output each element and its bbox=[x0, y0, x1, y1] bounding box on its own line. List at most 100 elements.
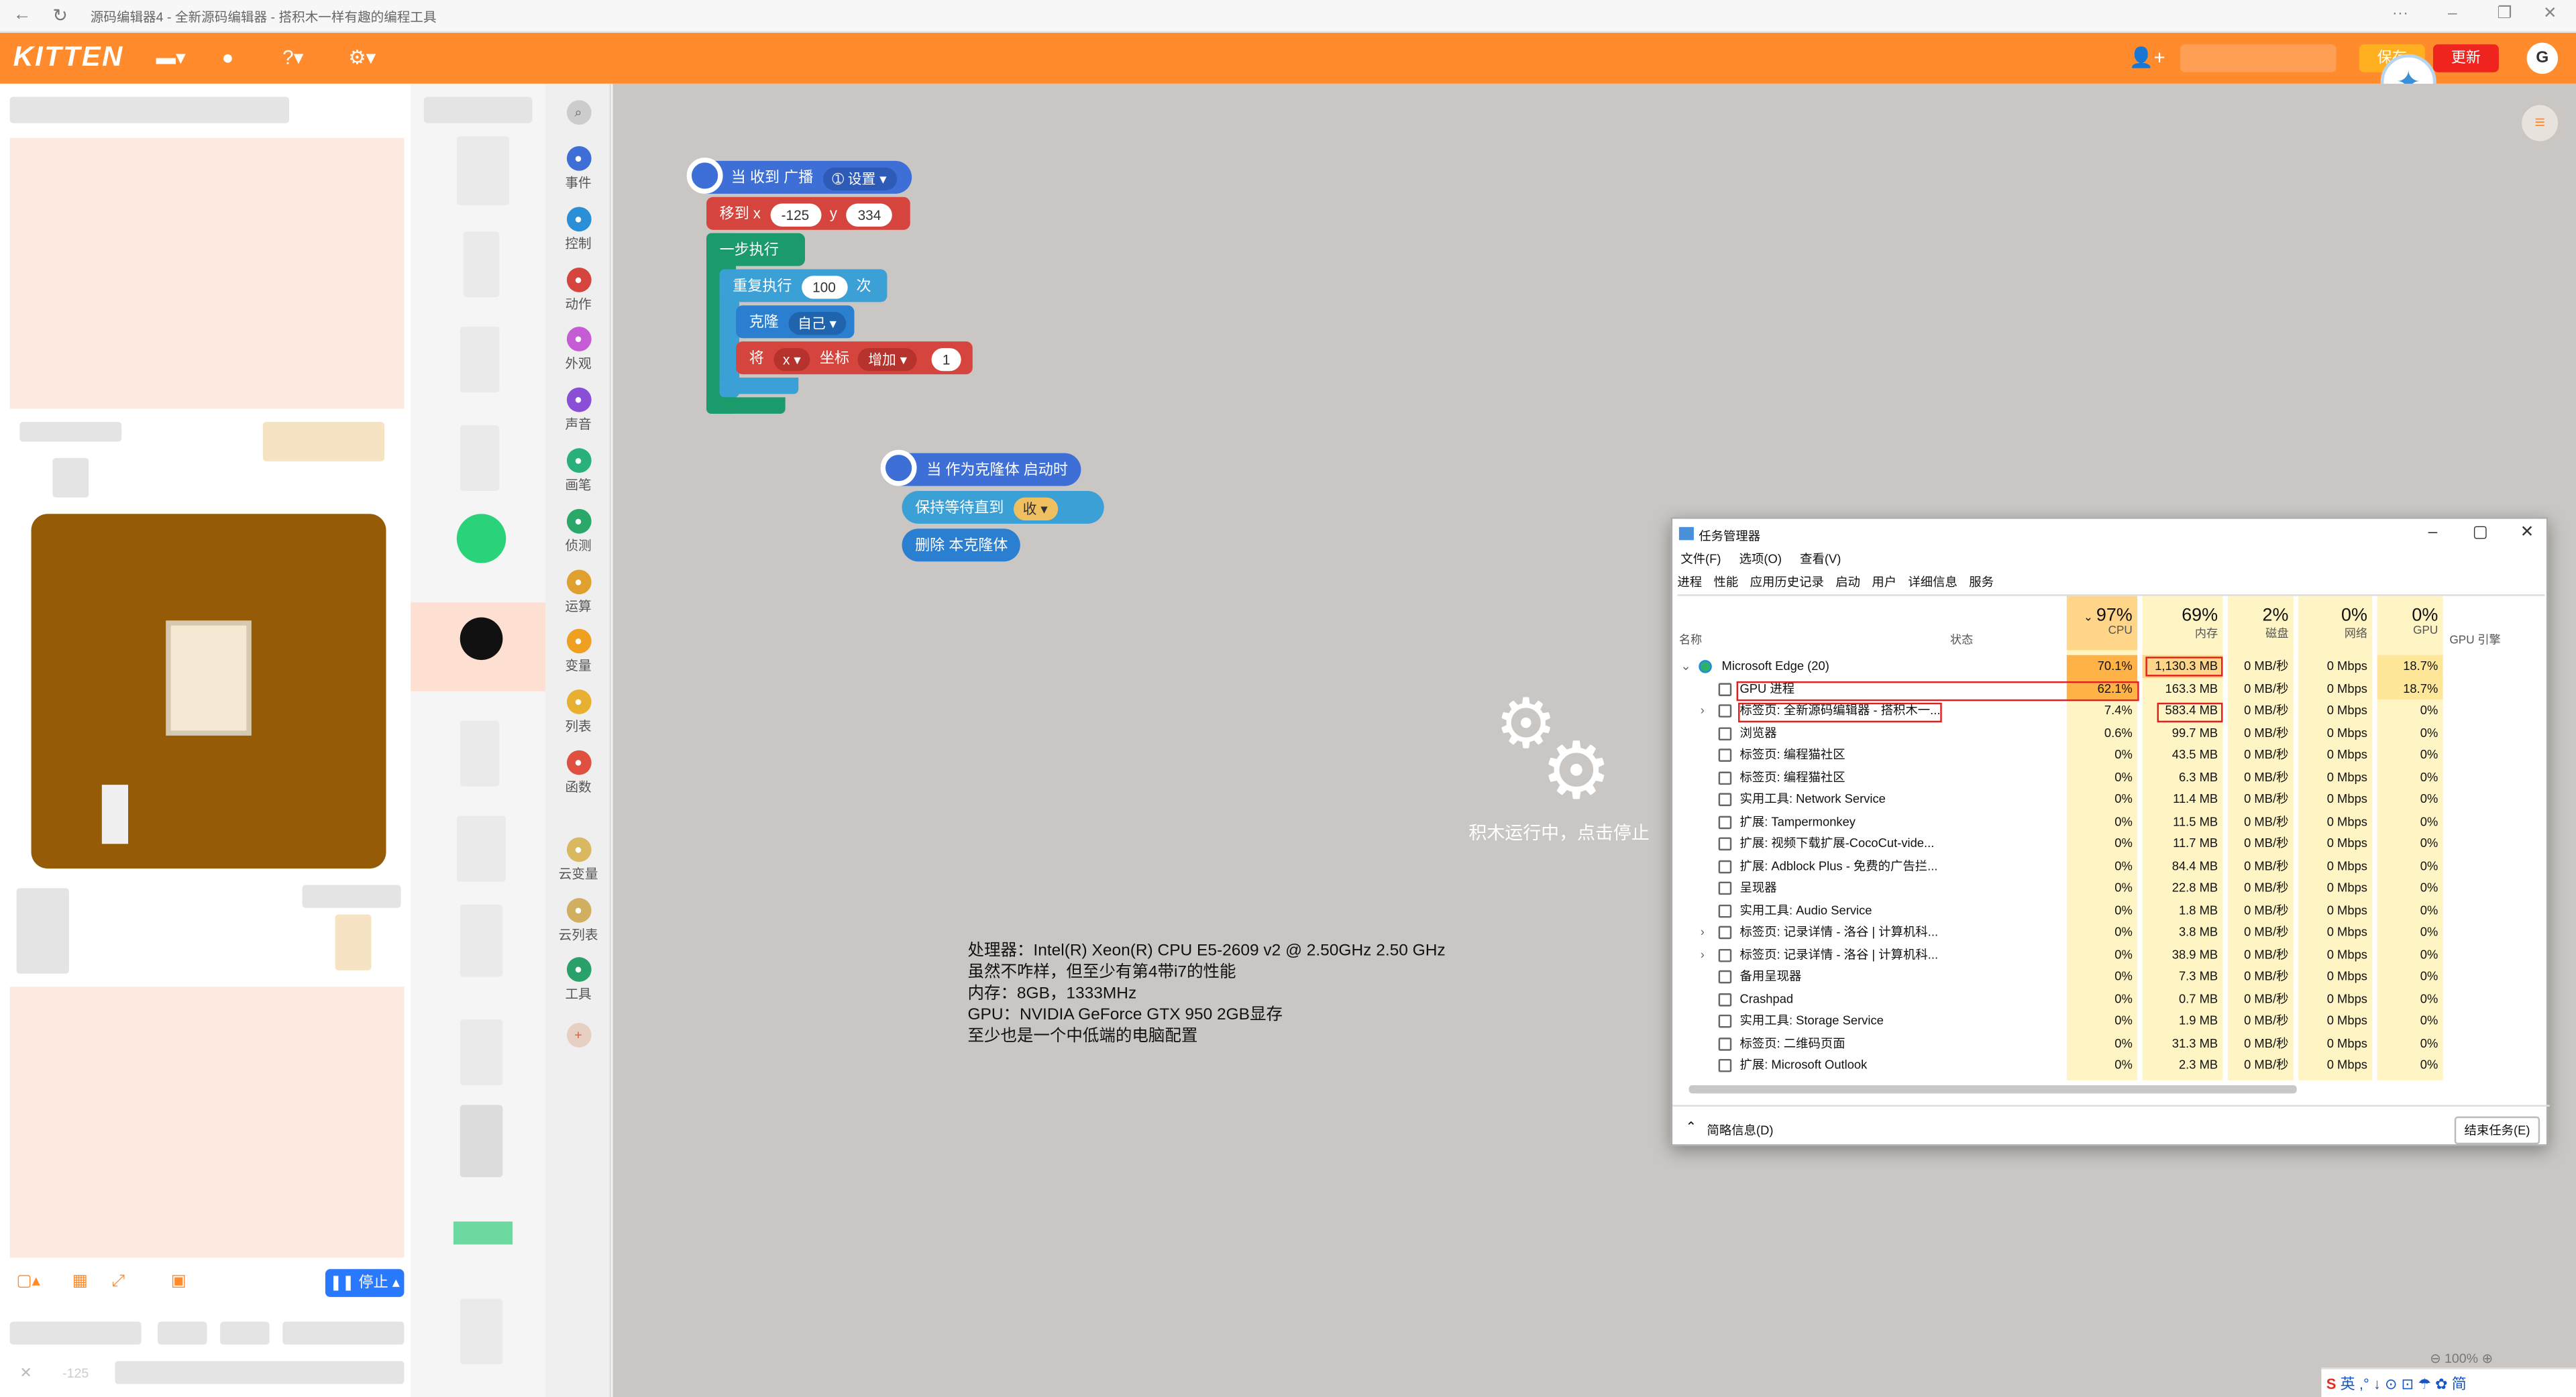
asset-thumb-9[interactable] bbox=[460, 1105, 503, 1178]
end-task-button[interactable]: 结束任务(E) bbox=[2454, 1116, 2540, 1145]
col-gpu-engine-header[interactable]: GPU 引擎 bbox=[2449, 632, 2500, 648]
process-row[interactable]: 实用工具: Storage Service 0% 1.9 MB 0 MB/秒 0 Mbp… bbox=[1672, 1010, 2550, 1032]
asset-thumb-black[interactable] bbox=[460, 617, 503, 661]
process-row[interactable]: 实用工具: Audio Service 0% 1.8 MB 0 MB/秒 0 Mbps 0… bbox=[1672, 899, 2550, 921]
stage-canvas[interactable] bbox=[31, 514, 386, 869]
back-icon[interactable]: ← bbox=[13, 5, 32, 24]
maximize-icon[interactable]: ❐ bbox=[2497, 5, 2512, 23]
process-row[interactable]: 扩展: 视频下载扩展-CocoCut-vide... 0% 11.7 MB 0 MB/… bbox=[1672, 832, 2550, 854]
move-to-block[interactable]: 移到 x -125 y 334 bbox=[706, 197, 910, 230]
process-row[interactable]: › 标签页: 记录详情 - 洛谷 | 计算机科... 0% 38.9 MB 0 MB/秒… bbox=[1672, 943, 2550, 965]
category-4[interactable]: ● 声音 bbox=[545, 388, 611, 434]
asset-thumb-3[interactable] bbox=[460, 327, 500, 393]
process-row[interactable]: 浏览器 0.6% 99.7 MB 0 MB/秒 0 Mbps 0% bbox=[1672, 722, 2550, 744]
asset-thumb-1[interactable] bbox=[456, 136, 510, 205]
avatar[interactable]: G bbox=[2526, 42, 2559, 74]
category-12[interactable]: ● 云列表 bbox=[545, 897, 611, 944]
clone-target-dropdown[interactable]: 自己 ▾ bbox=[788, 311, 847, 335]
tab-users[interactable]: 用户 bbox=[1872, 575, 1896, 590]
asset-thumb-6[interactable] bbox=[456, 816, 506, 882]
tm-close-icon[interactable]: ✕ bbox=[2520, 524, 2534, 542]
tab-app-history[interactable]: 应用历史记录 bbox=[1750, 575, 1824, 590]
stage-mode-icon[interactable]: ▢▴ bbox=[16, 1272, 40, 1290]
search-icon[interactable]: ⌕ bbox=[545, 100, 611, 128]
asset-thumb-10[interactable] bbox=[460, 1298, 503, 1365]
user-icon[interactable]: ● bbox=[222, 46, 234, 69]
col-gpu-header[interactable]: 0% GPU bbox=[2377, 596, 2443, 651]
x-input[interactable]: -125 bbox=[769, 203, 821, 226]
category-6[interactable]: ● 侦测 bbox=[545, 508, 611, 555]
video-icon[interactable]: ▣ bbox=[171, 1272, 186, 1290]
tab-performance[interactable]: 性能 bbox=[1714, 575, 1739, 590]
settings-icon[interactable]: ⚙▾ bbox=[348, 46, 376, 69]
tm-horizontal-scrollbar[interactable] bbox=[1688, 1085, 2297, 1094]
col-disk-header[interactable]: 2% 磁盘 bbox=[2227, 596, 2294, 651]
category-5[interactable]: ● 画笔 bbox=[545, 448, 611, 494]
less-details-link[interactable]: 简略信息(D) bbox=[1707, 1121, 1774, 1139]
process-row[interactable]: › 标签页: 记录详情 - 洛谷 | 计算机科... 0% 3.8 MB 0 MB/秒 0… bbox=[1672, 921, 2550, 943]
update-button[interactable]: 更新 bbox=[2432, 44, 2499, 72]
tab-startup[interactable]: 启动 bbox=[1835, 575, 1860, 590]
process-row[interactable]: Crashpad 0% 0.7 MB 0 MB/秒 0 Mbps 0% bbox=[1672, 987, 2550, 1009]
add-extension-icon[interactable]: + bbox=[545, 1023, 611, 1051]
process-row[interactable]: ⌄ Microsoft Edge (20) 70.1% 1,130.3 MB 0 MB/… bbox=[1672, 655, 2550, 677]
repeat-block[interactable]: 重复执行 100 次 bbox=[719, 269, 888, 302]
category-0[interactable]: ● 事件 bbox=[545, 146, 611, 192]
minimize-icon[interactable]: – bbox=[2448, 5, 2457, 23]
tab-details[interactable]: 详细信息 bbox=[1908, 575, 1957, 590]
broadcast-dropdown[interactable]: ➀ 设置 ▾ bbox=[822, 166, 897, 190]
running-status-text[interactable]: 积木运行中，点击停止 bbox=[1468, 820, 1649, 846]
fullscreen-icon[interactable]: ⤢ bbox=[112, 1272, 125, 1290]
asset-thumb-green[interactable] bbox=[456, 514, 506, 563]
category-8[interactable]: ● 变量 bbox=[545, 629, 611, 676]
folder-icon[interactable]: ▬▾ bbox=[156, 46, 186, 69]
stop-button[interactable]: ❚❚ 停止 ▴ bbox=[325, 1269, 405, 1297]
process-row[interactable]: 扩展: Tampermonkey 0% 11.5 MB 0 MB/秒 0 Mbps 0% bbox=[1672, 810, 2550, 832]
clone-block[interactable]: 克隆 自己 ▾ bbox=[736, 305, 855, 339]
category-1[interactable]: ● 控制 bbox=[545, 206, 611, 253]
process-row[interactable]: 标签页: 编程猫社区 0% 43.5 MB 0 MB/秒 0 Mbps 0% bbox=[1672, 744, 2550, 766]
coord-op-dropdown[interactable]: 增加 ▾ bbox=[858, 347, 917, 371]
col-status-header[interactable]: 状态 bbox=[1950, 632, 1973, 648]
more-icon[interactable]: ··· bbox=[2392, 5, 2408, 23]
refresh-icon[interactable]: ↻ bbox=[52, 5, 68, 26]
tab-services[interactable]: 服务 bbox=[1969, 575, 1994, 590]
wait-key-dropdown[interactable]: 收 ▾ bbox=[1012, 496, 1058, 520]
process-row[interactable]: 备用呈现器 0% 7.3 MB 0 MB/秒 0 Mbps 0% bbox=[1672, 965, 2550, 987]
project-name-field[interactable] bbox=[2180, 44, 2337, 72]
coord-var-dropdown[interactable]: x ▾ bbox=[773, 347, 811, 371]
workspace-search-button[interactable]: ≡ bbox=[2522, 105, 2559, 142]
tm-menu-options[interactable]: 选项(O) bbox=[1739, 552, 1782, 567]
repeat-count-input[interactable]: 100 bbox=[800, 275, 847, 298]
expand-chevron-icon[interactable]: › bbox=[1701, 921, 1705, 943]
process-row[interactable]: 呈现器 0% 22.8 MB 0 MB/秒 0 Mbps 0% bbox=[1672, 877, 2550, 899]
category-11[interactable]: ● 云变量 bbox=[545, 836, 611, 883]
asset-thumb-4[interactable] bbox=[460, 425, 500, 491]
asset-thumb-8[interactable] bbox=[460, 1019, 503, 1086]
asset-thumb-5[interactable] bbox=[460, 720, 500, 787]
expand-chevron-icon[interactable]: › bbox=[1701, 700, 1705, 722]
tm-menu-file[interactable]: 文件(F) bbox=[1680, 552, 1721, 567]
help-icon[interactable]: ?▾ bbox=[282, 46, 303, 69]
coord-amount-input[interactable]: 1 bbox=[930, 347, 962, 371]
col-cpu-header[interactable]: ⌄ 97% CPU bbox=[2066, 596, 2138, 651]
expand-chevron-icon[interactable]: › bbox=[1701, 943, 1705, 965]
change-coord-block[interactable]: 将 x ▾ 坐标 增加 ▾ 1 bbox=[736, 341, 973, 375]
category-7[interactable]: ● 运算 bbox=[545, 569, 611, 615]
col-name-header[interactable]: 名称 bbox=[1679, 632, 1702, 648]
step-run-block[interactable]: 一步执行 bbox=[706, 233, 806, 266]
grid-icon[interactable]: ▦ bbox=[72, 1272, 88, 1290]
tab-processes[interactable]: 进程 bbox=[1677, 575, 1702, 590]
process-row[interactable]: 标签页: 编程猫社区 0% 6.3 MB 0 MB/秒 0 Mbps 0% bbox=[1672, 766, 2550, 788]
wait-until-block[interactable]: 保持等待直到 收 ▾ bbox=[902, 490, 1104, 524]
process-row[interactable]: 标签页: 二维码页面 0% 31.3 MB 0 MB/秒 0 Mbps 0% bbox=[1672, 1032, 2550, 1054]
expand-chevron-icon[interactable]: ⌄ bbox=[1680, 655, 1690, 677]
y-input[interactable]: 334 bbox=[846, 203, 893, 226]
category-2[interactable]: ● 动作 bbox=[545, 267, 611, 313]
process-row[interactable]: 实用工具: Network Service 0% 11.4 MB 0 MB/秒 0 Mb… bbox=[1672, 788, 2550, 810]
tm-minimize-icon[interactable]: – bbox=[2428, 524, 2438, 542]
tm-maximize-icon[interactable]: ▢ bbox=[2473, 524, 2488, 542]
close-icon[interactable]: ✕ bbox=[2543, 5, 2557, 23]
col-memory-header[interactable]: 69% 内存 bbox=[2142, 596, 2223, 651]
category-3[interactable]: ● 外观 bbox=[545, 327, 611, 374]
